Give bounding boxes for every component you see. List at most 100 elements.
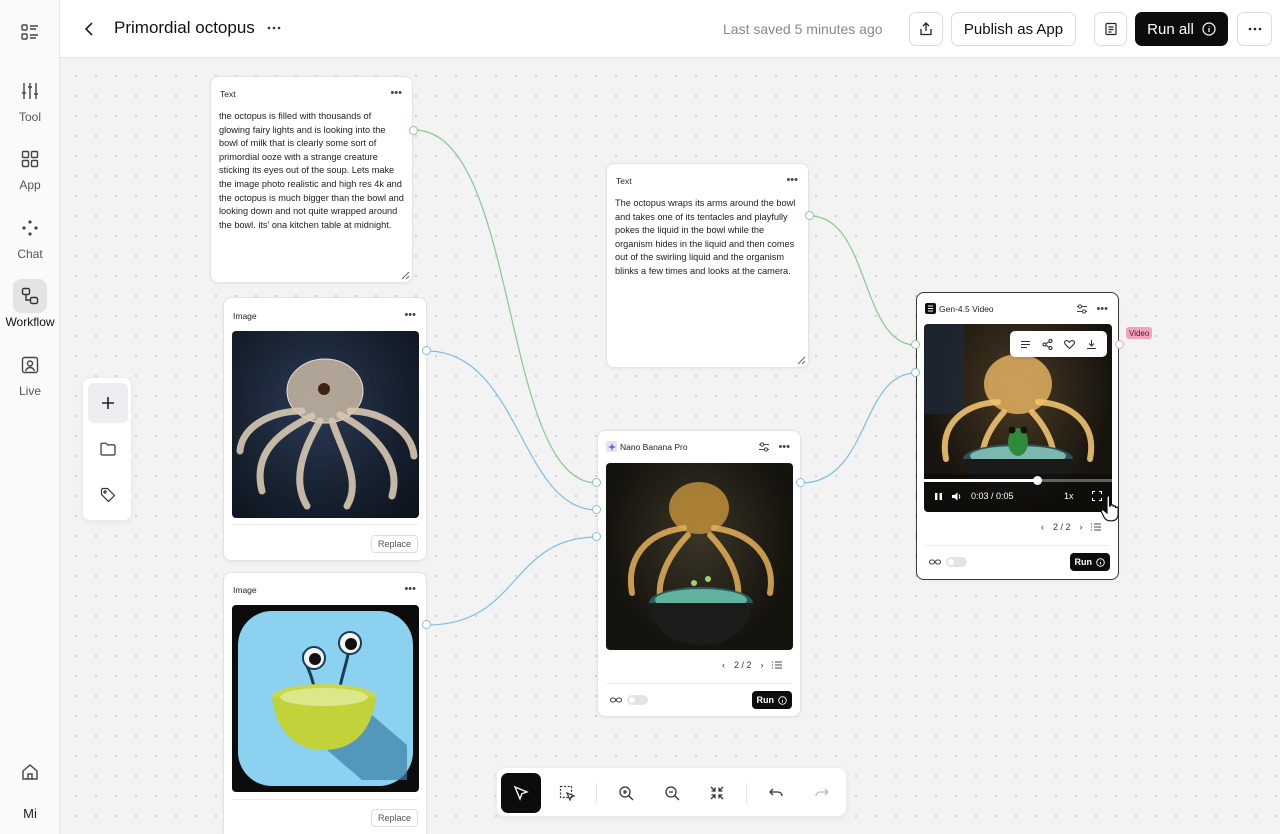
panel-list-icon: [13, 15, 47, 49]
settings-sliders-icon[interactable]: [758, 441, 770, 453]
project-title[interactable]: Primordial octopus: [114, 18, 255, 38]
run-all-label: Run all: [1147, 20, 1194, 38]
share-icon: [920, 22, 932, 36]
text-node-1[interactable]: Text ••• the octopus is filled with thou…: [210, 76, 413, 283]
workflow-icon: [13, 279, 47, 313]
sidebar-item-live[interactable]: Live: [0, 348, 60, 398]
divider: [925, 545, 1110, 546]
pause-icon[interactable]: [934, 492, 943, 501]
share-export-button[interactable]: [909, 12, 943, 46]
output-port[interactable]: [1115, 340, 1124, 349]
cursor-arrow-icon: [513, 785, 529, 801]
sparkle-icon: [606, 441, 617, 452]
output-port[interactable]: [796, 478, 805, 487]
sidebar-item-chat[interactable]: Chat: [0, 211, 60, 261]
sidebar-item-app[interactable]: App: [0, 142, 60, 192]
node-title: Gen-4.5 Video: [939, 304, 994, 314]
redo-button[interactable]: [802, 773, 842, 813]
replace-button[interactable]: Replace: [370, 809, 418, 827]
output-port[interactable]: [422, 620, 431, 629]
sidebar-label-app: App: [19, 178, 41, 192]
toolbar-separator: [596, 783, 597, 803]
fit-view-button[interactable]: [697, 773, 737, 813]
home-button[interactable]: [0, 755, 60, 789]
node-title: Text: [616, 176, 632, 186]
pager-label: 2 / 2: [734, 660, 752, 670]
select-tool-button[interactable]: [501, 773, 541, 813]
list-icon[interactable]: [771, 660, 782, 670]
playback-speed[interactable]: 1x: [1064, 491, 1074, 501]
output-port[interactable]: [805, 211, 814, 220]
assets-folder-button[interactable]: [88, 429, 128, 469]
info-icon: [1096, 557, 1105, 567]
replace-button[interactable]: Replace: [370, 535, 418, 553]
image-node-2[interactable]: Image ••• Replace: [223, 572, 427, 834]
menu-toggle[interactable]: [0, 15, 60, 49]
tags-button[interactable]: [88, 475, 128, 515]
node-more-button[interactable]: •••: [404, 584, 416, 595]
node-title: Image: [233, 585, 257, 595]
undo-icon: [769, 788, 783, 797]
title-more-button[interactable]: [266, 20, 282, 36]
prev-chevron-icon[interactable]: ‹: [722, 660, 725, 670]
publish-label: Publish as App: [963, 20, 1064, 38]
video-scrubber-handle[interactable]: [1032, 476, 1042, 485]
heart-icon[interactable]: [1064, 339, 1076, 350]
back-button[interactable]: [80, 19, 100, 39]
user-avatar[interactable]: Mi: [0, 806, 60, 821]
gen-video-node[interactable]: Gen-4.5 Video ••• 0:03 / 0:05 1x ‹ 2 / 2…: [916, 292, 1119, 580]
input-port-text[interactable]: [592, 478, 601, 487]
marquee-select-button[interactable]: [547, 773, 587, 813]
next-chevron-icon[interactable]: ›: [1080, 522, 1083, 532]
node-more-button[interactable]: •••: [404, 310, 416, 321]
text-lines-icon[interactable]: [1020, 339, 1031, 350]
output-port[interactable]: [422, 346, 431, 355]
resize-handle-icon[interactable]: [796, 355, 806, 365]
node-more-button[interactable]: •••: [786, 175, 798, 186]
nano-banana-node[interactable]: Nano Banana Pro ••• ‹ 2 / 2 › Run: [597, 430, 801, 717]
download-icon[interactable]: [1086, 339, 1097, 350]
sidebar-label-chat: Chat: [17, 247, 43, 261]
notes-button[interactable]: [1094, 12, 1127, 46]
run-all-button[interactable]: Run all: [1135, 12, 1228, 46]
node-more-button[interactable]: •••: [778, 442, 790, 453]
tag-icon: [100, 487, 116, 503]
divider: [232, 799, 418, 800]
sidebar-item-tool[interactable]: Tool: [0, 74, 60, 124]
toolbar-separator: [746, 783, 747, 803]
image-node-1[interactable]: Image ••• Replace: [223, 297, 427, 561]
video-progress-track[interactable]: [924, 479, 1112, 482]
prompt-text[interactable]: The octopus wraps its arms around the bo…: [615, 197, 800, 279]
prompt-text[interactable]: the octopus is filled with thousands of …: [219, 110, 404, 232]
zoom-in-button[interactable]: [606, 773, 646, 813]
input-port-text[interactable]: [911, 340, 920, 349]
more-options-button[interactable]: [1237, 12, 1272, 46]
resize-handle-icon[interactable]: [400, 270, 410, 280]
input-port-image[interactable]: [911, 368, 920, 377]
node-more-button[interactable]: •••: [1096, 304, 1108, 315]
prev-chevron-icon[interactable]: ‹: [1041, 522, 1044, 532]
sidebar-item-workflow[interactable]: Workflow: [0, 279, 60, 329]
home-icon: [13, 755, 47, 789]
sidebar-label-workflow: Workflow: [5, 315, 55, 329]
volume-icon[interactable]: [952, 492, 962, 501]
auto-run-toggle[interactable]: [627, 695, 648, 705]
node-more-button[interactable]: •••: [390, 88, 402, 99]
zoom-out-button[interactable]: [652, 773, 692, 813]
input-port-image-1[interactable]: [592, 505, 601, 514]
share-nodes-icon[interactable]: [1042, 338, 1053, 350]
zoom-in-icon: [619, 786, 634, 801]
run-button[interactable]: Run: [1069, 553, 1110, 571]
next-chevron-icon[interactable]: ›: [761, 660, 764, 670]
run-button[interactable]: Run: [751, 691, 792, 709]
more-horizontal-icon: [267, 26, 281, 30]
text-node-2[interactable]: Text ••• The octopus wraps its arms arou…: [606, 163, 809, 368]
add-node-button[interactable]: [88, 383, 128, 423]
link-icon: [929, 559, 941, 565]
publish-as-app-button[interactable]: Publish as App: [951, 12, 1076, 46]
input-port-image-2[interactable]: [592, 532, 601, 541]
settings-sliders-icon[interactable]: [1076, 303, 1088, 315]
auto-run-toggle[interactable]: [946, 557, 967, 567]
undo-button[interactable]: [756, 773, 796, 813]
output-port[interactable]: [409, 126, 418, 135]
